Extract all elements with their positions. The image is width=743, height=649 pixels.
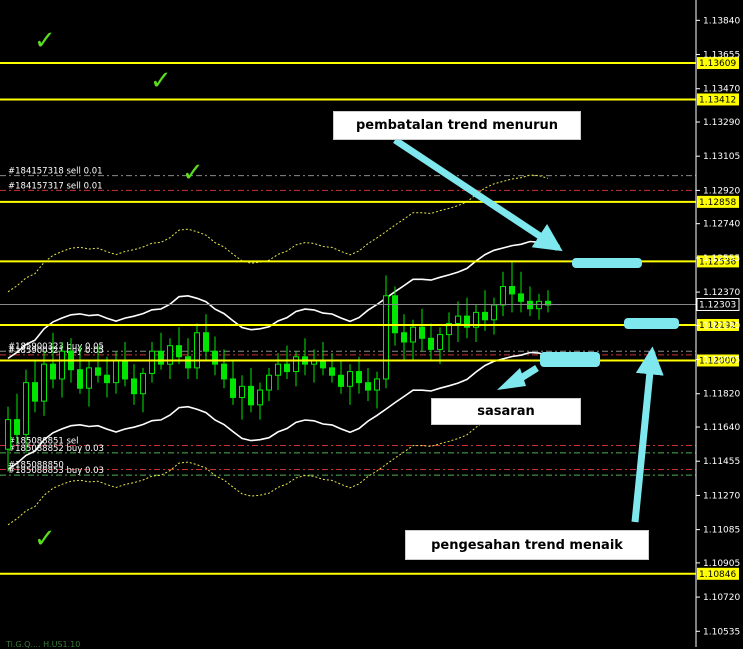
order-line-label: #185088853 buy 0.03	[8, 466, 104, 476]
axis-tick-label: 1.10905	[703, 559, 740, 569]
axis-tick-label: 1.13105	[703, 152, 740, 162]
candle-body	[428, 337, 434, 350]
candle-body	[266, 374, 272, 391]
axis-tick-label: 1.12370	[703, 288, 740, 298]
axis-tick-label: 1.13290	[703, 118, 740, 128]
axis-tick-label: 1.13655	[703, 51, 740, 61]
axis-tick-label: 1.13840	[703, 16, 740, 26]
footer-label: Ti.G.Q.... H.US1.10	[6, 640, 81, 649]
candle-body	[149, 350, 155, 374]
axis-tick-label: 1.11640	[703, 423, 740, 433]
order-line-label: #184157317 sell 0.01	[8, 181, 103, 191]
candle-body	[455, 315, 461, 324]
candle-body	[86, 367, 92, 389]
candle-body	[383, 295, 389, 380]
check-icon: ✓	[34, 524, 56, 554]
candle-body	[212, 350, 218, 365]
axis-tick-label: 1.12555	[703, 254, 740, 264]
candle-body	[401, 332, 407, 343]
candle-body	[338, 374, 344, 387]
axis-tick-label: 1.10720	[703, 593, 740, 603]
candle-body	[230, 378, 236, 398]
candle-body	[509, 286, 515, 295]
candle-body	[176, 345, 182, 358]
candle-body	[500, 286, 506, 306]
candle-body	[248, 385, 254, 406]
candle-body	[23, 382, 29, 435]
candle-body	[5, 419, 11, 450]
candle-body	[50, 363, 56, 380]
candle-body	[140, 372, 146, 395]
candle-body	[185, 356, 191, 369]
axis-tick-label: 1.12740	[703, 220, 740, 230]
candle-body	[77, 369, 83, 389]
axis-tick-label: 1.10535	[703, 627, 740, 637]
candle-body	[536, 300, 542, 310]
candle-body	[113, 359, 119, 384]
candle-body	[392, 295, 398, 334]
current-price-label: 1.12303	[699, 300, 736, 310]
axis-tick-label: 1.13470	[703, 85, 740, 95]
level-label: 1.10846	[699, 570, 736, 580]
candle-body	[527, 300, 533, 310]
candle-body	[59, 350, 65, 380]
candle-body	[104, 374, 110, 384]
candle-body	[320, 359, 326, 369]
candle-body	[518, 293, 524, 302]
check-icon: ✓	[150, 66, 172, 96]
candle-body	[122, 359, 128, 380]
candle-body	[419, 326, 425, 339]
callout-target: sasaran	[431, 398, 581, 425]
candle-body	[95, 367, 101, 376]
candle-body	[347, 371, 353, 387]
callout-invalidation: pembatalan trend menurun	[333, 111, 581, 140]
candle-body	[410, 326, 416, 343]
level-label: 1.13412	[699, 95, 736, 105]
candle-body	[365, 382, 371, 391]
candle-body	[41, 363, 47, 402]
order-line-label: #185088852 buy 0.03	[8, 444, 104, 454]
candle-body	[275, 363, 281, 376]
axis-tick-label: 1.11085	[703, 526, 740, 536]
axis-tick-label: 1.11270	[703, 491, 740, 501]
target-bar	[572, 258, 642, 268]
axis-tick-label: 1.12190	[703, 321, 740, 331]
callout-confirmation: pengesahan trend menaik	[405, 530, 649, 560]
axis-tick-label: 1.12920	[703, 186, 740, 196]
candle-body	[158, 350, 164, 365]
candle-body	[491, 304, 497, 321]
target-bar	[624, 318, 679, 329]
order-line-label: #184157318 sell 0.01	[8, 167, 103, 177]
candle-body	[194, 332, 200, 369]
candle-body	[293, 356, 299, 373]
target-bar	[540, 352, 600, 367]
candle-body	[32, 382, 38, 402]
candle-body	[329, 367, 335, 376]
check-icon: ✓	[34, 26, 56, 56]
candle-body	[257, 389, 263, 406]
axis-tick-label: 1.11455	[703, 457, 740, 467]
candle-body	[482, 311, 488, 321]
level-label: 1.12858	[699, 198, 736, 208]
candle-body	[239, 385, 245, 398]
candle-body	[221, 363, 227, 380]
candle-body	[14, 419, 20, 435]
candle-body	[131, 378, 137, 395]
axis-tick-label: 1.11820	[703, 390, 740, 400]
candle-body	[356, 371, 362, 384]
candle-body	[437, 334, 443, 350]
candle-body	[284, 363, 290, 373]
candle-body	[203, 332, 209, 352]
candle-body	[374, 378, 380, 391]
axis-tick-label: 1.12005	[703, 356, 740, 366]
check-icon: ✓	[182, 158, 204, 188]
